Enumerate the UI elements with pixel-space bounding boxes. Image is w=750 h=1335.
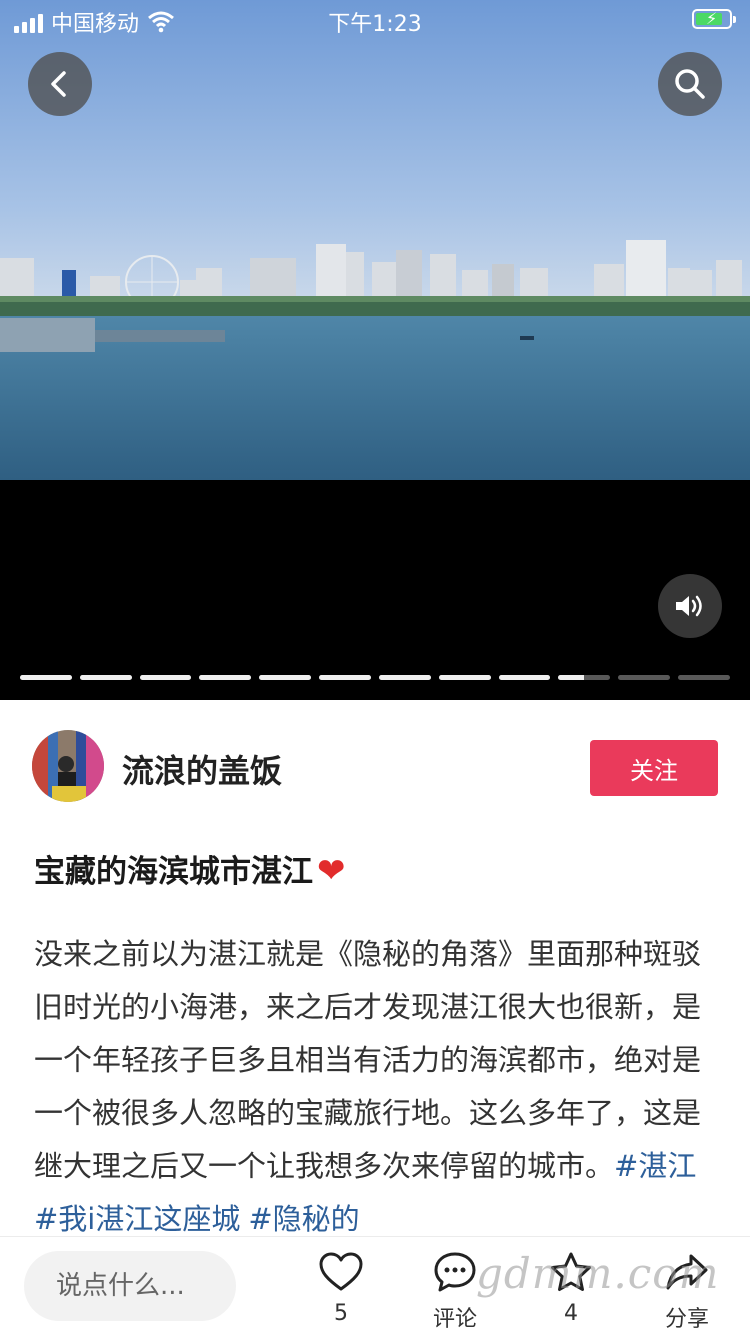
progress-segment <box>438 675 491 680</box>
progress-segment-fill <box>558 675 585 680</box>
progress-segment <box>139 675 192 680</box>
progress-segment <box>498 675 551 680</box>
share-label: 分享 <box>664 1307 709 1332</box>
media-progress <box>20 675 730 680</box>
progress-segment-fill <box>438 675 491 680</box>
sound-button[interactable] <box>658 574 722 638</box>
progress-segment <box>20 675 72 680</box>
star-count: 4 <box>564 1301 578 1326</box>
like-count: 5 <box>334 1301 348 1326</box>
progress-segment <box>79 675 132 680</box>
post-body: 没来之前以为湛江就是《隐秘的角落》里面那种斑驳旧时光的小海港，来之后才发现湛江很… <box>34 928 724 1236</box>
progress-segment-fill <box>139 675 192 680</box>
progress-segment-fill <box>378 675 431 680</box>
follow-button[interactable]: 关注 <box>590 740 718 796</box>
post-title-text: 宝藏的海滨城市湛江 <box>34 854 313 890</box>
progress-segment <box>319 675 371 680</box>
progress-segment-fill <box>199 675 252 680</box>
progress-segment-fill <box>319 675 371 680</box>
author-row: 流浪的盖饭 关注 <box>32 730 718 806</box>
post-body-text: 没来之前以为湛江就是《隐秘的角落》里面那种斑驳旧时光的小海港，来之后才发现湛江很… <box>34 937 702 1183</box>
heart-emoji: ❤ <box>317 851 346 891</box>
status-bar: 中国移动 下午1:23 ⚡ <box>0 0 750 40</box>
author-name[interactable]: 流浪的盖饭 <box>122 746 282 792</box>
hashtag[interactable]: #隐秘的 <box>248 1202 359 1236</box>
progress-segment-fill <box>79 675 132 680</box>
progress-segment <box>558 675 611 680</box>
avatar-image <box>32 730 104 802</box>
hashtag[interactable]: #湛江 <box>614 1149 696 1183</box>
progress-segment-fill <box>498 675 551 680</box>
battery-icon: ⚡ <box>692 9 736 29</box>
comment-label: 评论 <box>432 1307 477 1332</box>
chevron-left-icon <box>51 71 66 97</box>
back-button[interactable] <box>28 52 92 116</box>
like-button[interactable]: 5 <box>296 1247 386 1333</box>
harbor-photo <box>0 0 750 480</box>
watermark-text: gdmm.com <box>476 1249 720 1298</box>
comment-input[interactable] <box>24 1251 236 1321</box>
progress-segment <box>259 675 312 680</box>
progress-segment <box>199 675 252 680</box>
progress-segment <box>378 675 431 680</box>
search-button[interactable] <box>658 52 722 116</box>
search-icon <box>675 69 705 99</box>
bottom-action-bar: 5 评论 4 分享 gdmm.com <box>0 1236 750 1335</box>
speaker-icon <box>676 595 702 617</box>
progress-segment-fill <box>259 675 312 680</box>
heart-icon <box>319 1252 363 1291</box>
progress-segment-fill <box>20 675 72 680</box>
progress-segment <box>678 675 730 680</box>
post-media[interactable]: 中国移动 下午1:23 ⚡ <box>0 0 750 700</box>
progress-segment <box>618 675 671 680</box>
post-title: 宝藏的海滨城市湛江 ❤ <box>34 846 346 891</box>
hashtag[interactable]: #我i湛江这座城 <box>34 1202 240 1236</box>
status-time: 下午1:23 <box>328 12 422 37</box>
avatar[interactable] <box>32 730 104 802</box>
comment-icon <box>434 1252 476 1292</box>
